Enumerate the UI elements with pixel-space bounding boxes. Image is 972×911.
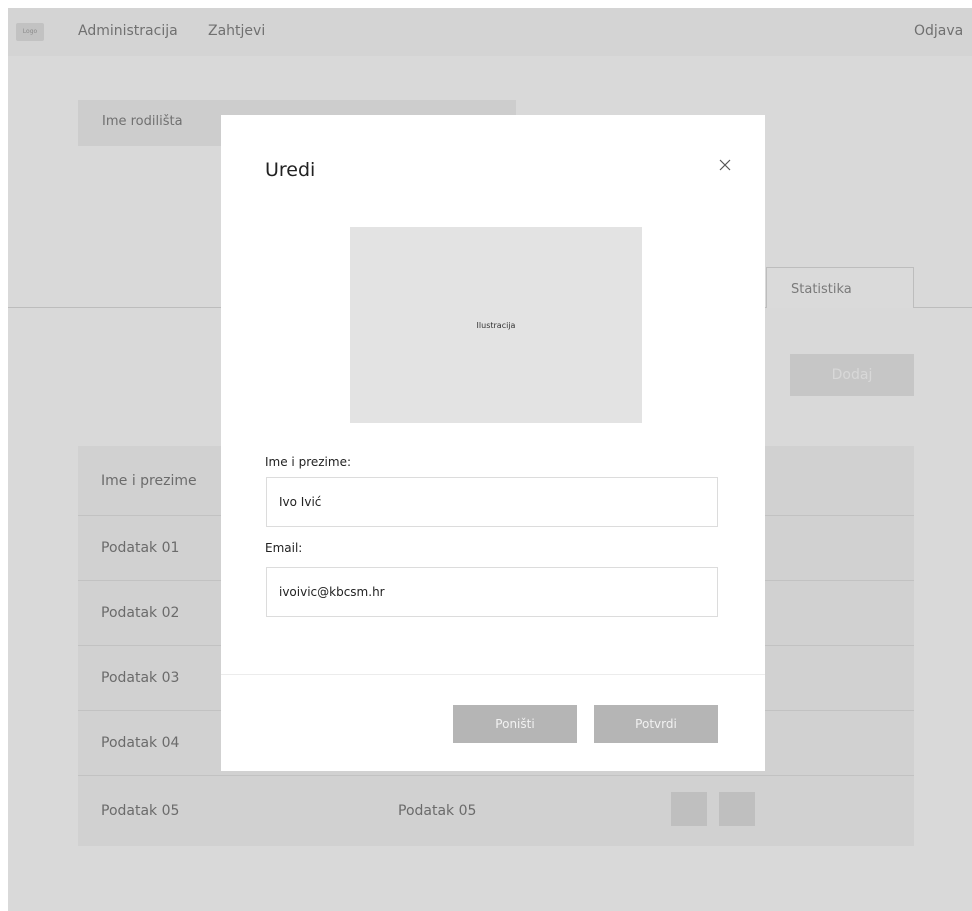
row-delete-button[interactable] <box>719 792 755 826</box>
column-header-name: Ime i prezime <box>101 472 197 489</box>
table-cell: Podatak 05 <box>101 803 180 819</box>
logo: Logo <box>16 23 44 41</box>
nav-zahtjevi[interactable]: Zahtjevi <box>208 23 265 39</box>
name-field[interactable]: Ivo Ivić <box>266 477 718 527</box>
confirm-button[interactable]: Potvrdi <box>594 705 718 743</box>
email-field[interactable]: ivoivic@kbcsm.hr <box>266 567 718 617</box>
modal-footer-divider <box>221 674 765 675</box>
edit-modal: Uredi Ilustracija Ime i prezime: Ivo Ivi… <box>221 115 765 771</box>
tab-statistika[interactable]: Statistika <box>766 267 914 308</box>
table-row: Podatak 05 Podatak 05 <box>78 776 914 846</box>
logout-link[interactable]: Odjava <box>914 23 963 39</box>
illustration-label: Ilustracija <box>476 320 516 330</box>
email-value: ivoivic@kbcsm.hr <box>279 585 385 599</box>
illustration-placeholder: Ilustracija <box>350 227 642 423</box>
email-label: Email: <box>265 541 303 555</box>
add-button[interactable]: Dodaj <box>790 354 914 396</box>
hospital-name: Ime rodilišta <box>102 114 183 129</box>
cancel-button[interactable]: Poništi <box>453 705 577 743</box>
name-value: Ivo Ivić <box>279 495 322 509</box>
modal-title: Uredi <box>265 159 316 181</box>
row-edit-button[interactable] <box>671 792 707 826</box>
table-cell: Podatak 04 <box>101 735 180 751</box>
top-navbar: Logo Administracija Zahtjevi Odjava <box>8 8 972 56</box>
tab-statistika-label: Statistika <box>791 282 852 297</box>
table-cell: Podatak 01 <box>101 540 180 556</box>
nav-administracija[interactable]: Administracija <box>78 23 178 39</box>
table-cell: Podatak 05 <box>398 803 477 819</box>
table-cell: Podatak 03 <box>101 670 180 686</box>
close-icon[interactable] <box>717 157 733 173</box>
name-label: Ime i prezime: <box>265 455 351 469</box>
table-cell: Podatak 02 <box>101 605 180 621</box>
